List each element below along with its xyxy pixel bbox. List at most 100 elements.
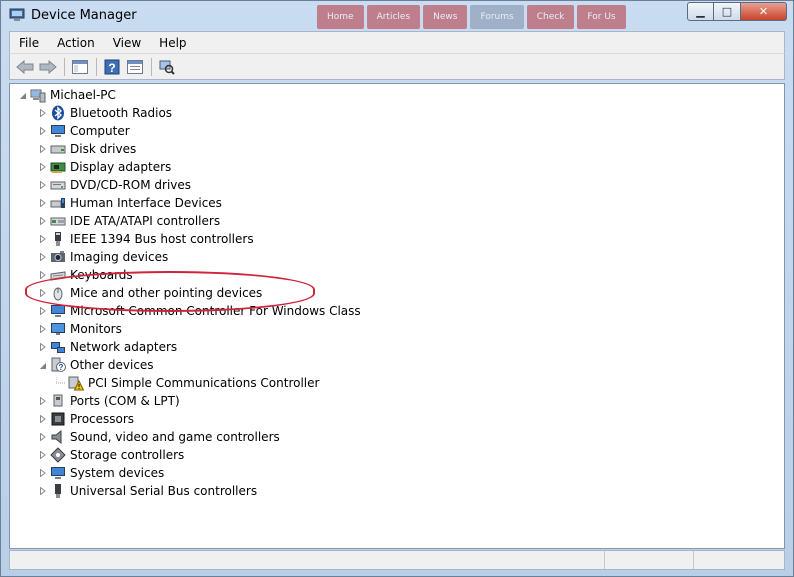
expand-arrow-icon[interactable] xyxy=(38,395,48,407)
tree-category-label: Disk drives xyxy=(70,142,137,156)
tree-category-item[interactable]: Storage controllers xyxy=(38,446,184,464)
minimize-button[interactable]: ▁ xyxy=(687,2,714,21)
title-bar[interactable]: Device Manager Home Articles News Forums… xyxy=(1,1,793,31)
tree-device-item[interactable]: PCI Simple Communications Controller xyxy=(56,374,319,392)
tree-category-item[interactable]: Sound, video and game controllers xyxy=(38,428,280,446)
expand-arrow-icon[interactable] xyxy=(38,107,48,119)
expand-arrow-icon[interactable] xyxy=(38,413,48,425)
expand-arrow-icon[interactable] xyxy=(38,179,48,191)
tree-category-item[interactable]: ◢? Other devices xyxy=(38,356,154,374)
background-tab: Home xyxy=(317,5,364,29)
close-button[interactable]: ✕ xyxy=(741,2,787,21)
tree-category-item[interactable]: Bluetooth Radios xyxy=(38,104,172,122)
maximize-button[interactable]: □ xyxy=(714,2,741,21)
expand-arrow-icon[interactable] xyxy=(38,233,48,245)
menu-view[interactable]: View xyxy=(104,33,150,53)
tree-category-item[interactable]: Imaging devices xyxy=(38,248,168,266)
tree-category-item[interactable]: Human Interface Devices xyxy=(38,194,222,212)
tree-category-label: IDE ATA/ATAPI controllers xyxy=(70,214,221,228)
tree-category-item[interactable]: Monitors xyxy=(38,320,122,338)
background-browser-tabs: Home Articles News Forums Check For Us xyxy=(317,5,626,29)
background-tab: For Us xyxy=(577,5,626,29)
tree-category-item[interactable]: Computer xyxy=(38,122,130,140)
tree-category-item[interactable]: Display adapters xyxy=(38,158,171,176)
status-cell-main xyxy=(10,551,605,569)
processor-icon xyxy=(50,411,66,427)
tree-category-label: System devices xyxy=(70,466,165,480)
status-bar xyxy=(9,550,785,570)
back-icon[interactable] xyxy=(14,57,36,77)
monitor-icon xyxy=(50,321,66,337)
background-tab: Check xyxy=(526,5,575,29)
tree-category-item[interactable]: Disk drives xyxy=(38,140,136,158)
tree-category-label: Other devices xyxy=(70,358,154,372)
device-tree[interactable]: ◢ Michael-PC Bluetooth Radios Computer Dis… xyxy=(9,83,785,549)
caption-buttons: ▁ □ ✕ xyxy=(687,2,787,21)
tree-category-label: Storage controllers xyxy=(70,448,185,462)
expand-arrow-icon[interactable] xyxy=(38,485,48,497)
expand-arrow-icon[interactable] xyxy=(38,125,48,137)
tree-category-item[interactable]: Processors xyxy=(38,410,134,428)
menu-help[interactable]: Help xyxy=(150,33,195,53)
expand-arrow-icon[interactable] xyxy=(38,449,48,461)
expand-arrow-icon[interactable] xyxy=(38,215,48,227)
tree-category-item[interactable]: Universal Serial Bus controllers xyxy=(38,482,257,500)
imaging-device-icon xyxy=(50,249,66,265)
scan-hardware-icon[interactable] xyxy=(156,57,178,77)
menu-action[interactable]: Action xyxy=(48,33,104,53)
svg-text:?: ? xyxy=(59,363,64,372)
properties-icon[interactable] xyxy=(124,57,146,77)
tree-category-label: Universal Serial Bus controllers xyxy=(70,484,258,498)
tree-device-label: PCI Simple Communications Controller xyxy=(88,376,320,390)
help-icon[interactable]: ? xyxy=(101,57,123,77)
system-device-icon xyxy=(50,465,66,481)
device-manager-window: Device Manager Home Articles News Forums… xyxy=(0,0,794,577)
storage-controller-icon xyxy=(50,447,66,463)
menu-bar: File Action View Help xyxy=(9,31,785,53)
expand-arrow-icon[interactable] xyxy=(38,467,48,479)
tree-category-item[interactable]: Network adapters xyxy=(38,338,177,356)
expand-arrow-icon[interactable] xyxy=(38,143,48,155)
tree-category-label: Imaging devices xyxy=(70,250,169,264)
expand-arrow-icon[interactable] xyxy=(38,323,48,335)
expand-arrow-icon[interactable] xyxy=(38,161,48,173)
tree-category-label: DVD/CD-ROM drives xyxy=(70,178,192,192)
usb-icon xyxy=(50,483,66,499)
tree-category-label: Ports (COM & LPT) xyxy=(70,394,180,408)
tree-root[interactable]: ◢ Michael-PC xyxy=(18,86,116,104)
computer-icon xyxy=(50,123,66,139)
toolbar: ? xyxy=(9,53,785,80)
expand-arrow-icon[interactable] xyxy=(38,305,48,317)
expand-arrow-icon[interactable] xyxy=(38,197,48,209)
computer-icon xyxy=(30,87,46,103)
disk-drive-icon xyxy=(50,141,66,157)
show-hide-console-tree-icon[interactable] xyxy=(69,57,91,77)
tree-category-item[interactable]: IEEE 1394 Bus host controllers xyxy=(38,230,254,248)
tree-category-label: Computer xyxy=(70,124,130,138)
highlight-ring xyxy=(25,271,315,312)
svg-text:?: ? xyxy=(108,61,115,75)
status-cell xyxy=(694,551,782,569)
tree-category-item[interactable]: DVD/CD-ROM drives xyxy=(38,176,191,194)
bluetooth-icon xyxy=(50,105,66,121)
tree-category-label: Human Interface Devices xyxy=(70,196,222,210)
warning-device-icon xyxy=(68,375,84,391)
tree-category-item[interactable]: Ports (COM & LPT) xyxy=(38,392,180,410)
ide-controller-icon xyxy=(50,213,66,229)
expand-arrow-icon[interactable] xyxy=(38,251,48,263)
tree-category-label: Sound, video and game controllers xyxy=(70,430,280,444)
port-icon xyxy=(50,393,66,409)
tree-connector xyxy=(56,377,66,389)
expand-arrow-icon[interactable] xyxy=(38,341,48,353)
collapse-arrow-icon[interactable]: ◢ xyxy=(38,359,48,371)
menu-file[interactable]: File xyxy=(10,33,48,53)
forward-icon[interactable] xyxy=(37,57,59,77)
tree-category-label: IEEE 1394 Bus host controllers xyxy=(70,232,254,246)
expand-arrow-icon[interactable] xyxy=(38,431,48,443)
tree-category-item[interactable]: IDE ATA/ATAPI controllers xyxy=(38,212,220,230)
network-adapter-icon xyxy=(50,339,66,355)
background-tab: Articles xyxy=(366,5,421,29)
collapse-arrow-icon[interactable]: ◢ xyxy=(18,89,28,101)
tree-category-item[interactable]: System devices xyxy=(38,464,164,482)
background-tab: Forums xyxy=(470,5,524,29)
